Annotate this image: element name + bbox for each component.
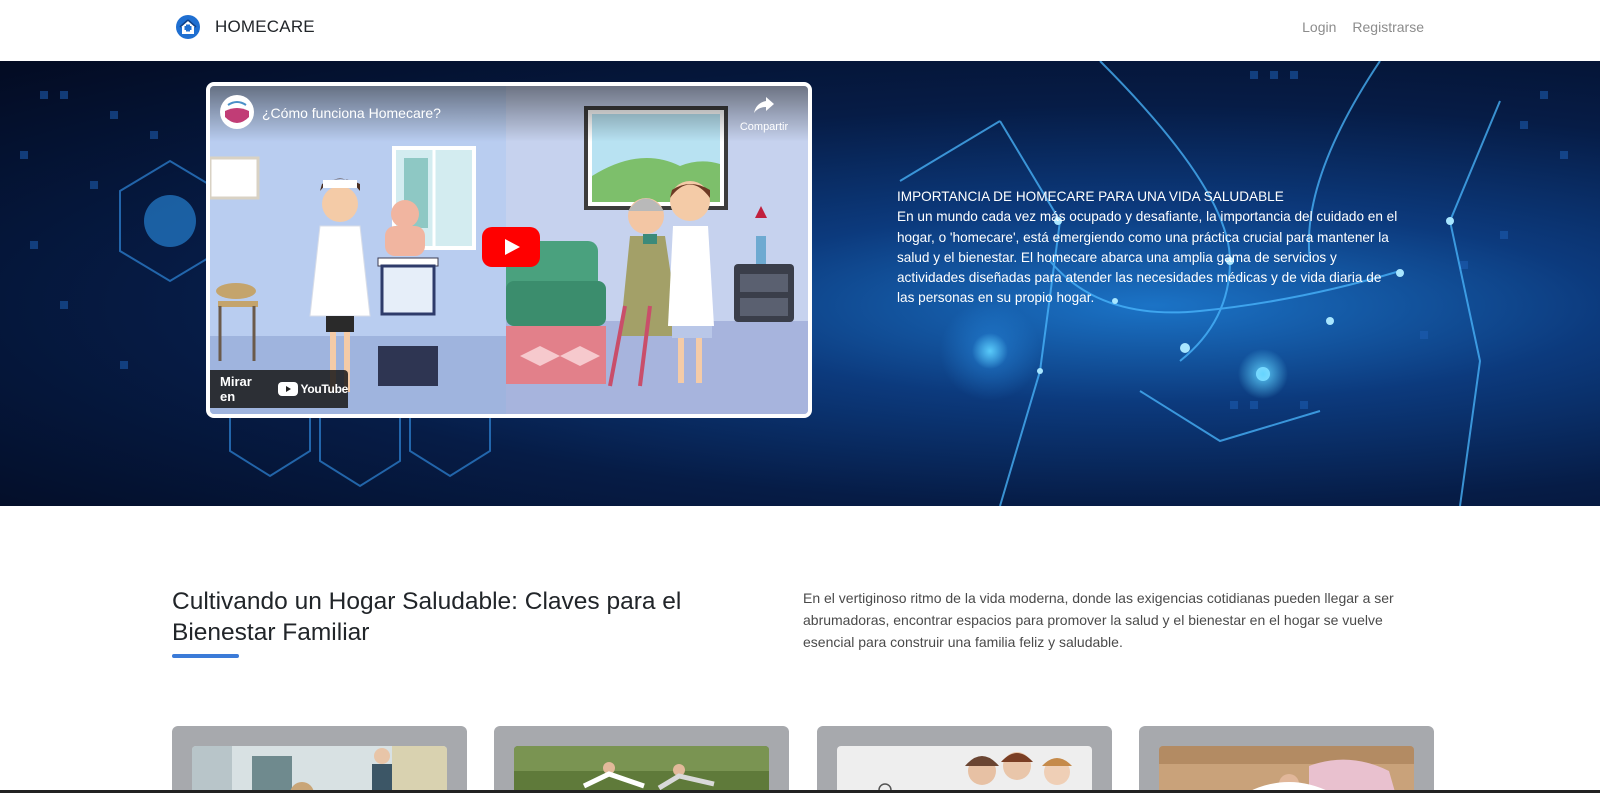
channel-logo-icon [221,96,253,128]
youtube-wordmark: YouTube [300,382,349,396]
watch-on-label: Mirar en [220,374,252,404]
brand-link[interactable]: HOMECARE [175,14,315,40]
hero-text-block: IMPORTANCIA DE HOMECARE PARA UNA VIDA SA… [897,187,1402,309]
card-grid [172,726,1434,793]
watch-on-youtube-button[interactable]: Mirar en YouTube [210,370,348,408]
youtube-logo: YouTube [277,382,349,396]
login-link[interactable]: Login [1302,19,1336,35]
navbar: HOMECARE Login Registrarse [0,0,1600,61]
youtube-icon [277,382,298,396]
title-underline [172,654,239,658]
card-image-cleaning [192,746,447,793]
house-medical-icon [176,15,200,39]
channel-avatar[interactable] [220,95,254,129]
card-image-exercise [514,746,769,793]
hero-banner: ¿Cómo funciona Homecare? Compartir Mirar… [0,61,1600,506]
play-button[interactable] [482,227,540,267]
hero-body: En un mundo cada vez más ocupado y desaf… [897,209,1398,306]
card-image-family [837,746,1092,793]
video-embed[interactable]: ¿Cómo funciona Homecare? Compartir Mirar… [206,82,812,418]
register-link[interactable]: Registrarse [1352,19,1424,35]
brand-name: HOMECARE [215,17,315,36]
nav-links: Login Registrarse [1302,19,1424,35]
card-family[interactable] [817,726,1112,793]
share-label: Compartir [739,121,789,133]
card-cleaning[interactable] [172,726,467,793]
share-button[interactable]: Compartir [734,96,794,133]
card-relax[interactable] [1139,726,1434,793]
play-icon [482,227,540,267]
card-image-relax [1159,746,1414,793]
video-header: ¿Cómo funciona Homecare? Compartir [210,86,808,142]
card-exercise[interactable] [494,726,789,793]
section-title: Cultivando un Hogar Saludable: Claves pa… [172,588,682,646]
share-icon [754,97,774,113]
hero-heading: IMPORTANCIA DE HOMECARE PARA UNA VIDA SA… [897,189,1284,204]
section-description: En el vertiginoso ritmo de la vida moder… [803,590,1394,650]
video-title[interactable]: ¿Cómo funciona Homecare? [262,105,441,121]
